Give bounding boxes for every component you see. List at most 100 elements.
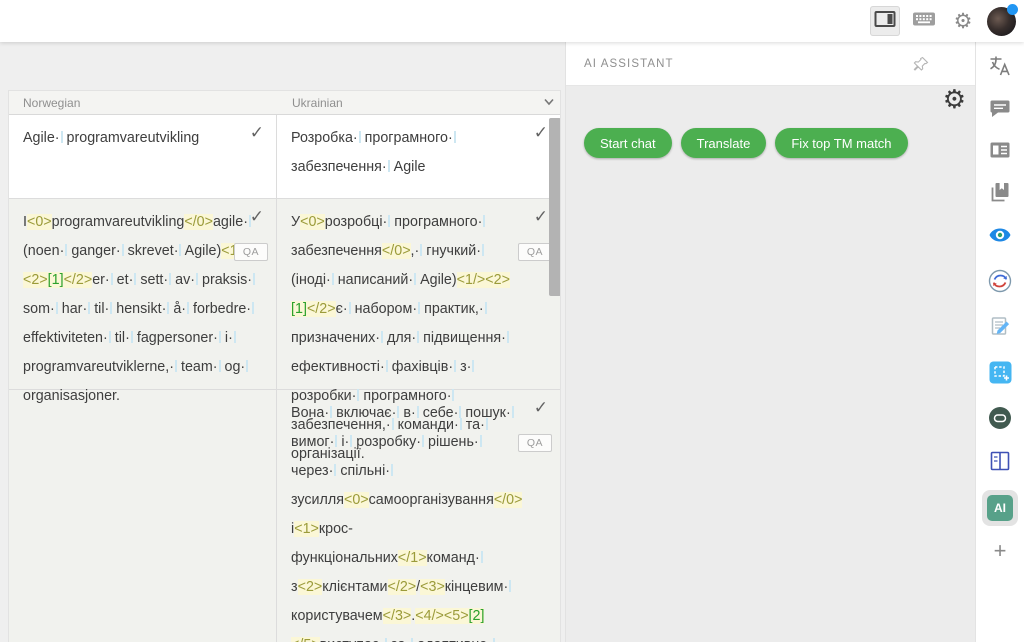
avatar[interactable]	[987, 7, 1016, 36]
space-marker: ·	[416, 434, 424, 450]
reference-marker: [1]	[291, 301, 307, 317]
qa-badge[interactable]: QA	[518, 434, 552, 452]
revisions-icon[interactable]	[976, 268, 1024, 294]
ai-settings-icon[interactable]: ⚙	[943, 86, 966, 112]
translate-icon[interactable]	[976, 54, 1024, 78]
inline-tag: </0>	[382, 243, 411, 259]
confirmed-check-icon[interactable]: ✓	[534, 123, 548, 143]
panel-toggle-icon	[874, 10, 896, 33]
source-cell[interactable]: Agile· programvareutvikling ✓ QA	[9, 115, 277, 198]
table-row: ✓ QA Вона· включає· в· себе· пошук· вимо…	[9, 390, 560, 642]
inline-tag: <2>	[23, 272, 48, 288]
inline-tag: </0>	[184, 214, 213, 230]
space-marker: ·	[240, 359, 248, 375]
recorder-icon[interactable]	[976, 405, 1024, 431]
table-row: I<0>programvareutvikling</0>agile· (noen…	[9, 199, 560, 390]
space-marker: ·	[353, 130, 361, 146]
inline-tag: <5>	[444, 608, 469, 624]
inline-tag: </0>	[494, 492, 523, 508]
target-cell[interactable]: У<0>розробці· програмного· забезпечення<…	[277, 199, 560, 389]
segment-table: Norwegian Ukrainian Agile· programvareut…	[8, 90, 561, 642]
split-view-icon[interactable]	[976, 449, 1024, 473]
space-marker: ·	[475, 550, 483, 566]
target-cell[interactable]: Вона· включає· в· себе· пошук· вимог· і·…	[277, 390, 560, 642]
panel-toggle-button[interactable]	[870, 6, 900, 36]
space-marker: ·	[247, 272, 255, 288]
source-column-header[interactable]: Norwegian	[9, 96, 278, 110]
segment-text: Розробка· програмного· забезпечення· Agi…	[291, 124, 525, 182]
space-marker: ·	[487, 637, 495, 642]
source-cell[interactable]: ✓ QA	[9, 390, 277, 642]
confirmed-check-icon[interactable]: ✓	[250, 123, 264, 143]
inline-tag: </2>	[388, 579, 417, 595]
table-header: Norwegian Ukrainian	[9, 91, 560, 115]
comments-icon[interactable]	[976, 96, 1024, 120]
space-marker: ·	[506, 405, 514, 421]
inline-tag: <1>	[294, 521, 319, 537]
ai-action-button[interactable]: Start chat	[584, 128, 672, 158]
source-cell[interactable]: I<0>programvareutvikling</0>agile· (noen…	[9, 199, 277, 389]
chevron-down-icon[interactable]	[542, 95, 558, 111]
space-marker: ·	[379, 637, 387, 642]
ai-action-button[interactable]: Translate	[681, 128, 767, 158]
space-marker: ·	[213, 330, 221, 346]
reference-marker: [1]	[48, 272, 64, 288]
inline-tag: </3>	[383, 608, 412, 624]
glossary-icon[interactable]	[976, 180, 1024, 204]
ai-assistant-icon[interactable]: AI	[976, 490, 1024, 526]
preview-icon[interactable]	[976, 223, 1024, 247]
space-marker: ·	[60, 243, 68, 259]
space-marker: ·	[385, 463, 393, 479]
ai-action-button[interactable]: Fix top TM match	[775, 128, 907, 158]
space-marker: ·	[213, 359, 221, 375]
keyboard-icon	[912, 10, 936, 33]
tm-card-icon[interactable]	[976, 138, 1024, 162]
target-column-header[interactable]: Ukrainian	[278, 96, 548, 110]
space-marker: ·	[375, 330, 383, 346]
space-marker: ·	[50, 301, 58, 317]
keyboard-button[interactable]	[909, 6, 939, 36]
space-marker: ·	[326, 272, 334, 288]
space-marker: ·	[246, 301, 254, 317]
space-marker: ·	[412, 301, 420, 317]
add-icon[interactable]: +	[976, 540, 1024, 562]
settings-button[interactable]: ⚙	[948, 6, 978, 36]
inline-tag: </2>	[64, 272, 93, 288]
space-marker: ·	[329, 463, 337, 479]
ai-panel-title: AI ASSISTANT	[584, 58, 674, 70]
space-marker: ·	[383, 214, 391, 230]
topbar-icons: ⚙	[870, 0, 1016, 42]
space-marker: ·	[330, 434, 338, 450]
space-marker: ·	[448, 130, 456, 146]
ai-assistant-label: AI	[987, 495, 1013, 521]
space-marker: ·	[474, 434, 482, 450]
confirmed-check-icon[interactable]: ✓	[250, 207, 264, 227]
space-marker: ·	[163, 272, 171, 288]
space-marker: ·	[105, 301, 113, 317]
space-marker: ·	[125, 330, 133, 346]
target-cell[interactable]: Розробка· програмного· забезпечення· Agi…	[277, 115, 560, 198]
space-marker: ·	[478, 214, 486, 230]
capture-icon[interactable]	[976, 360, 1024, 385]
inline-tag: </2>	[307, 301, 336, 317]
edit-note-icon[interactable]	[976, 314, 1024, 338]
space-marker: ·	[501, 330, 509, 346]
space-marker: ·	[406, 637, 414, 642]
qa-badge[interactable]: QA	[234, 243, 268, 261]
inline-tag: </1>	[398, 550, 427, 566]
confirmed-check-icon[interactable]: ✓	[534, 398, 548, 418]
space-marker: ·	[504, 579, 512, 595]
qa-badge[interactable]: QA	[518, 243, 552, 261]
ai-quick-actions: Start chat Translate Fix top TM match	[584, 128, 908, 158]
content-area: Norwegian Ukrainian Agile· programvareut…	[0, 42, 1024, 642]
space-marker: ·	[380, 359, 388, 375]
space-marker: ·	[228, 330, 236, 346]
pin-icon[interactable]	[913, 56, 929, 72]
space-marker: ·	[408, 272, 416, 288]
confirmed-check-icon[interactable]: ✓	[534, 207, 548, 227]
space-marker: ·	[181, 301, 189, 317]
space-marker: ·	[415, 243, 423, 259]
scrollbar-thumb[interactable]	[549, 118, 561, 296]
inline-tag: <4/>	[415, 608, 444, 624]
space-marker: ·	[169, 359, 177, 375]
